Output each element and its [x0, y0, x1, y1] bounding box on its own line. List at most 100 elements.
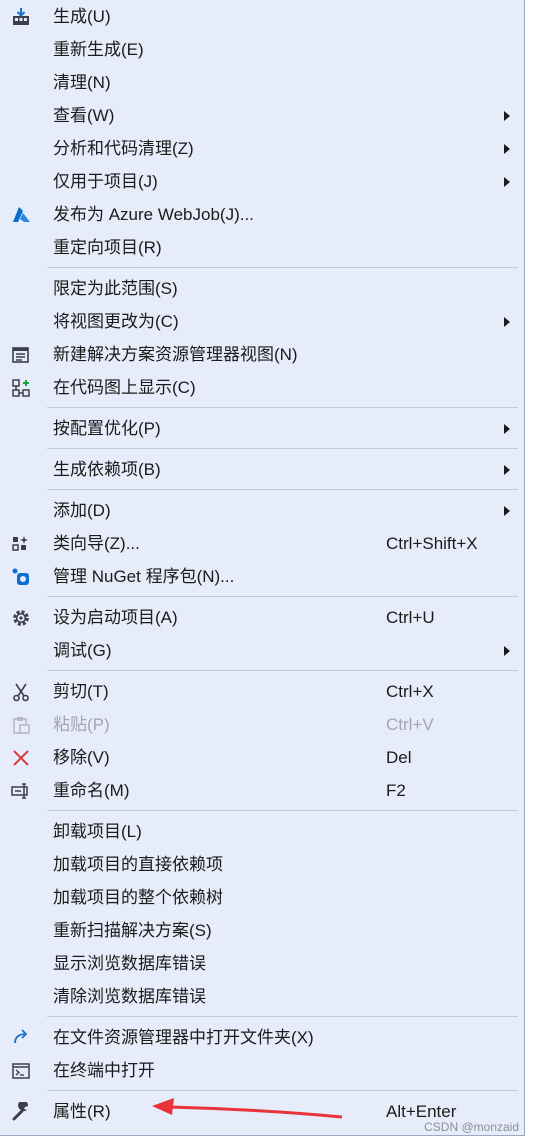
- menu-item-28[interactable]: 重命名(M) F2: [0, 774, 524, 807]
- menu-item-3[interactable]: 查看(W): [0, 99, 524, 132]
- submenu-arrow-icon: [504, 177, 510, 187]
- menu-item-shortcut: Ctrl+U: [386, 608, 435, 627]
- menu-item-label: 加载项目的直接依赖项: [53, 855, 223, 874]
- menu-item-10[interactable]: 将视图更改为(C): [0, 305, 524, 338]
- menu-item-label: 加载项目的整个依赖树: [53, 888, 223, 907]
- submenu-arrow-icon: [504, 646, 510, 656]
- menu-item-label: 剪切(T): [53, 682, 109, 701]
- menu-item-37[interactable]: 在文件资源管理器中打开文件夹(X): [0, 1021, 524, 1054]
- menu-item-32[interactable]: 加载项目的整个依赖树: [0, 881, 524, 914]
- menu-item-31[interactable]: 加载项目的直接依赖项: [0, 848, 524, 881]
- menu-item-6[interactable]: 发布为 Azure WebJob(J)...: [0, 198, 524, 231]
- menu-item-label: 限定为此范围(S): [53, 279, 178, 298]
- submenu-arrow-icon: [504, 465, 510, 475]
- menu-item-label: 按配置优化(P): [53, 419, 161, 438]
- new-view-icon: [10, 344, 32, 366]
- menu-separator: [0, 1087, 524, 1095]
- submenu-arrow-icon: [504, 506, 510, 516]
- menu-item-11[interactable]: 新建解决方案资源管理器视图(N): [0, 338, 524, 371]
- build-icon: [10, 6, 32, 28]
- menu-item-label: 类向导(Z)...: [53, 534, 140, 553]
- menu-item-label: 新建解决方案资源管理器视图(N): [53, 345, 298, 364]
- gear-icon: [10, 607, 32, 629]
- menu-item-shortcut: F2: [386, 781, 406, 800]
- red-annotation-arrow-icon: [152, 1098, 343, 1119]
- watermark: CSDN @monzaid: [424, 1120, 519, 1134]
- paste-icon: [10, 714, 32, 736]
- menu-item-7[interactable]: 重定向项目(R): [0, 231, 524, 264]
- submenu-arrow-icon: [504, 111, 510, 121]
- menu-item-label: 管理 NuGet 程序包(N)...: [53, 567, 235, 586]
- menu-item-label: 发布为 Azure WebJob(J)...: [53, 205, 254, 224]
- submenu-arrow-icon: [504, 144, 510, 154]
- menu-item-label: 分析和代码清理(Z): [53, 139, 194, 158]
- menu-item-9[interactable]: 限定为此范围(S): [0, 272, 524, 305]
- menu-item-35[interactable]: 清除浏览数据库错误: [0, 980, 524, 1013]
- menu-item-label: 查看(W): [53, 106, 115, 125]
- menu-separator: [0, 667, 524, 675]
- menu-item-label: 属性(R): [53, 1102, 111, 1121]
- menu-separator: [0, 1013, 524, 1021]
- menu-item-19[interactable]: 类向导(Z)... Ctrl+Shift+X: [0, 527, 524, 560]
- menu-item-label: 粘贴(P): [53, 715, 110, 734]
- menu-item-label: 仅用于项目(J): [53, 172, 158, 191]
- context-menu: 生成(U) 重新生成(E) 清理(N) 查看(W) 分析和代码清理(Z) 仅用于项目(J)…: [0, 0, 525, 1136]
- menu-separator: [0, 445, 524, 453]
- menu-item-shortcut: Del: [386, 748, 412, 767]
- menu-item-label: 清除浏览数据库错误: [53, 987, 206, 1006]
- nuget-icon: [10, 566, 32, 588]
- menu-separator: [0, 486, 524, 494]
- menu-item-label: 生成依赖项(B): [53, 460, 161, 479]
- menu-item-34[interactable]: 显示浏览数据库错误: [0, 947, 524, 980]
- menu-item-30[interactable]: 卸载项目(L): [0, 815, 524, 848]
- menu-item-25[interactable]: 剪切(T) Ctrl+X: [0, 675, 524, 708]
- wrench-icon: [10, 1101, 32, 1123]
- menu-item-14[interactable]: 按配置优化(P): [0, 412, 524, 445]
- menu-item-0[interactable]: 生成(U): [0, 0, 524, 33]
- menu-item-26: 粘贴(P) Ctrl+V: [0, 708, 524, 741]
- menu-item-label: 添加(D): [53, 501, 111, 520]
- rename-icon: [10, 780, 32, 802]
- menu-item-label: 调试(G): [53, 641, 112, 660]
- menu-item-label: 在终端中打开: [53, 1061, 155, 1080]
- menu-item-20[interactable]: 管理 NuGet 程序包(N)...: [0, 560, 524, 593]
- menu-item-shortcut: Ctrl+V: [386, 715, 434, 734]
- code-map-icon: [10, 377, 32, 399]
- menu-item-shortcut: Ctrl+X: [386, 682, 434, 701]
- class-wizard-icon: [10, 533, 32, 555]
- menu-item-23[interactable]: 调试(G): [0, 634, 524, 667]
- menu-item-label: 在代码图上显示(C): [53, 378, 196, 397]
- menu-separator: [0, 807, 524, 815]
- remove-x-icon: [10, 747, 32, 769]
- menu-item-label: 重新生成(E): [53, 40, 144, 59]
- menu-item-label: 卸载项目(L): [53, 822, 142, 841]
- menu-item-27[interactable]: 移除(V) Del: [0, 741, 524, 774]
- menu-item-12[interactable]: 在代码图上显示(C): [0, 371, 524, 404]
- menu-item-18[interactable]: 添加(D): [0, 494, 524, 527]
- menu-separator: [0, 264, 524, 272]
- menu-item-label: 重新扫描解决方案(S): [53, 921, 212, 940]
- menu-item-label: 重定向项目(R): [53, 238, 162, 257]
- menu-item-label: 设为启动项目(A): [53, 608, 178, 627]
- menu-item-33[interactable]: 重新扫描解决方案(S): [0, 914, 524, 947]
- menu-item-2[interactable]: 清理(N): [0, 66, 524, 99]
- menu-item-label: 重命名(M): [53, 781, 130, 800]
- menu-item-1[interactable]: 重新生成(E): [0, 33, 524, 66]
- scissors-icon: [10, 681, 32, 703]
- open-folder-icon: [10, 1027, 32, 1049]
- menu-item-16[interactable]: 生成依赖项(B): [0, 453, 524, 486]
- submenu-arrow-icon: [504, 424, 510, 434]
- menu-item-label: 在文件资源管理器中打开文件夹(X): [53, 1028, 314, 1047]
- menu-item-label: 将视图更改为(C): [53, 312, 179, 331]
- menu-item-label: 生成(U): [53, 7, 111, 26]
- menu-item-label: 清理(N): [53, 73, 111, 92]
- menu-item-22[interactable]: 设为启动项目(A) Ctrl+U: [0, 601, 524, 634]
- menu-item-38[interactable]: 在终端中打开: [0, 1054, 524, 1087]
- menu-item-4[interactable]: 分析和代码清理(Z): [0, 132, 524, 165]
- menu-item-label: 移除(V): [53, 748, 110, 767]
- menu-separator: [0, 593, 524, 601]
- azure-icon: [10, 204, 32, 226]
- menu-item-label: 显示浏览数据库错误: [53, 954, 206, 973]
- menu-separator: [0, 404, 524, 412]
- menu-item-5[interactable]: 仅用于项目(J): [0, 165, 524, 198]
